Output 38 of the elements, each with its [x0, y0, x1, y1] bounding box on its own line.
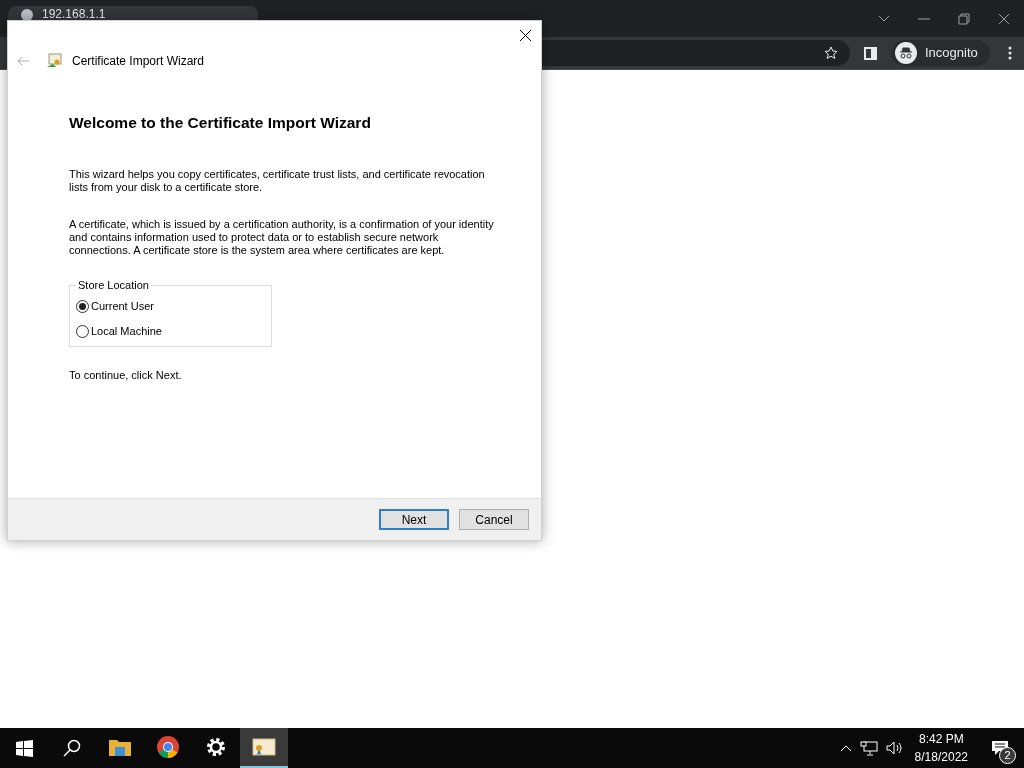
clock-time[interactable]: 8:42 PM: [918, 730, 964, 748]
chrome-icon: [157, 736, 179, 758]
dialog-button[interactable]: Next: [379, 509, 449, 530]
gear-icon: [206, 737, 226, 757]
minimize-icon[interactable]: [918, 17, 930, 20]
certificate-icon: [252, 738, 276, 756]
notification-button[interactable]: 2: [980, 728, 1020, 768]
radio-button[interactable]: [76, 324, 89, 338]
description-paragraph: This wizard helps you copy certificates, certificate trust lists, and certificate revocation lists from your disk to a certificate store.: [69, 168, 486, 195]
tab-title[interactable]: 192.168.1.1: [42, 8, 106, 20]
radio-button[interactable]: [76, 300, 89, 313]
network-icon[interactable]: [859, 740, 878, 756]
description-paragraph: A certificate, which is issued by a certification authority, is a confirmation of your identity and contains information used to protect data or to establish secure network connections. A certificate store is the system area where certificates are kept.: [69, 218, 495, 258]
wizard-heading: Welcome to the Certificate Import Wizard: [69, 113, 372, 133]
close-icon[interactable]: [998, 12, 1010, 25]
speaker-icon[interactable]: [885, 741, 903, 755]
start-icon[interactable]: [15, 739, 33, 757]
certificate-icon: [46, 53, 62, 69]
folder-icon: [109, 738, 131, 756]
search-icon[interactable]: [63, 739, 81, 757]
incognito-icon: [895, 42, 917, 64]
radio-option[interactable]: Current User: [76, 298, 271, 315]
side-panel-icon[interactable]: [864, 46, 877, 60]
star-icon[interactable]: [824, 46, 838, 60]
notification-badge: 2: [999, 747, 1016, 764]
globe-icon: [20, 8, 34, 22]
dialog-button[interactable]: Cancel: [459, 509, 529, 530]
profile-chip[interactable]: Incognito: [891, 40, 990, 66]
dialog-title: Certificate Import Wizard: [72, 53, 205, 70]
clock-date[interactable]: 8/18/2022: [914, 748, 968, 766]
dropdown-icon[interactable]: [878, 14, 890, 23]
radio-option[interactable]: Local Machine: [76, 322, 271, 340]
chevron-up-icon[interactable]: [839, 744, 852, 752]
taskbar-app[interactable]: [240, 728, 288, 768]
close-icon[interactable]: [520, 29, 531, 41]
menu-icon[interactable]: [1007, 46, 1012, 60]
restore-icon[interactable]: [958, 12, 970, 25]
hint-text: To continue, click Next.: [69, 368, 183, 384]
